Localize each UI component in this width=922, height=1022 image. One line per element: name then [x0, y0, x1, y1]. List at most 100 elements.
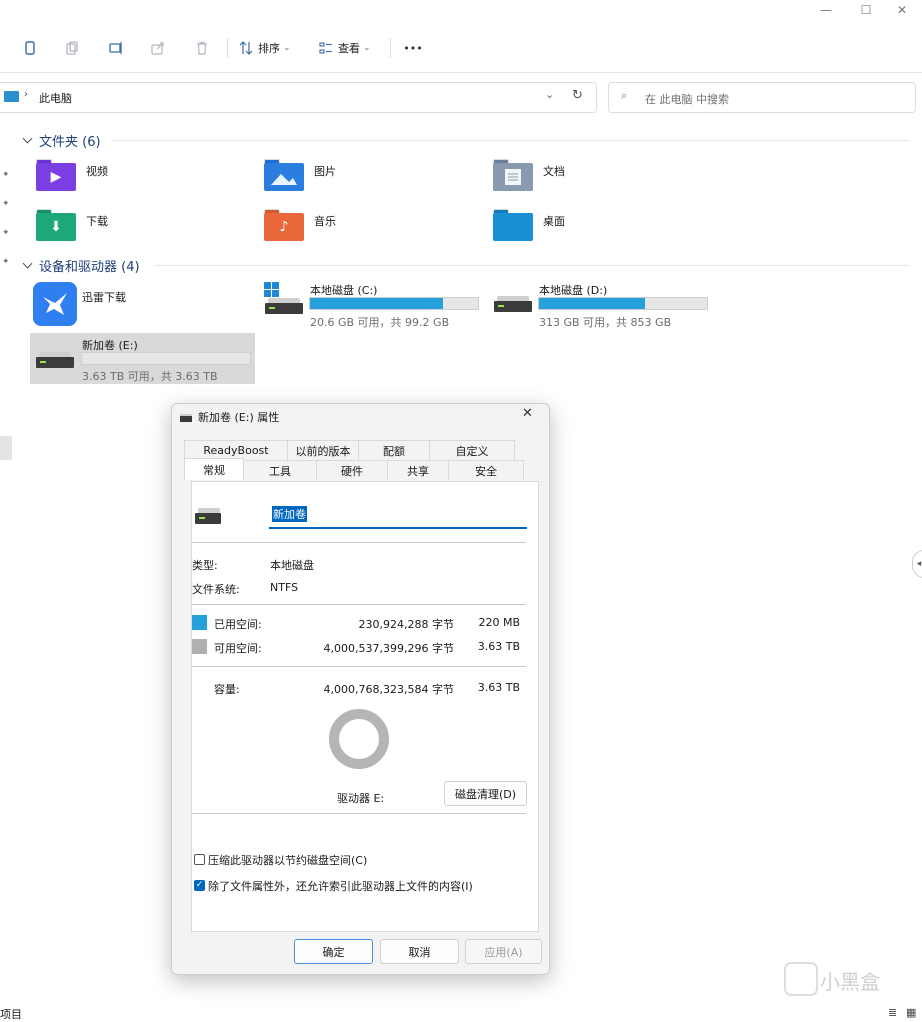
refresh-icon[interactable]: ↻: [572, 88, 583, 103]
drive-e-space-text: 3.63 TB 可用，共 3.63 TB: [82, 370, 218, 383]
drive-c-space-text: 20.6 GB 可用，共 99.2 GB: [310, 316, 450, 329]
video-folder-icon: ▶: [36, 159, 76, 191]
drive-large-icon: [195, 508, 221, 524]
search-placeholder: 在 此电脑 中搜索: [645, 93, 729, 106]
tab-readyboost[interactable]: ReadyBoost: [184, 440, 288, 460]
maximize-button[interactable]: ☐: [846, 0, 886, 20]
free-space-label: 可用空间:: [214, 642, 262, 655]
dialog-title: 新加卷 (E:) 属性: [198, 411, 280, 424]
cancel-button[interactable]: 取消: [380, 939, 459, 964]
search-box[interactable]: ⌕ 在 此电脑 中搜索: [608, 82, 916, 113]
folder-downloads[interactable]: ⬇ 下载: [36, 209, 108, 241]
folder-label: 下载: [86, 215, 108, 228]
free-space-bytes: 4,000,537,399,296 字节: [323, 642, 454, 655]
tab-quota[interactable]: 配额: [358, 440, 430, 460]
drive-c-label[interactable]: 本地磁盘 (C:): [310, 282, 377, 298]
folder-desktop[interactable]: 桌面: [493, 209, 565, 241]
pictures-folder-icon: [264, 159, 304, 191]
free-space-size: 3.63 TB: [477, 640, 520, 653]
tab-customize[interactable]: 自定义: [429, 440, 515, 460]
ok-button[interactable]: 确定: [294, 939, 373, 964]
details-view-icon[interactable]: ≣: [888, 1006, 897, 1019]
drive-d-icon: [494, 292, 534, 316]
capacity-bytes: 4,000,768,323,584 字节: [323, 683, 454, 696]
cut-button[interactable]: [18, 36, 42, 60]
dialog-close-button[interactable]: ✕: [522, 406, 533, 421]
close-icon: ✕: [522, 406, 533, 421]
trash-icon: [197, 41, 207, 55]
address-history-chevron-icon[interactable]: ⌄: [545, 88, 554, 101]
disk-cleanup-button[interactable]: 磁盘清理(D): [444, 781, 527, 806]
more-options-button[interactable]: •••: [400, 36, 426, 60]
paste-button[interactable]: [104, 36, 128, 60]
copy-icon: [66, 41, 78, 55]
used-space-label: 已用空间:: [214, 618, 262, 631]
thunder-download-icon: [33, 282, 77, 326]
minimize-button[interactable]: —: [806, 0, 846, 20]
disk-usage-donut: [329, 709, 389, 769]
search-icon: ⌕: [621, 89, 628, 102]
drive-d-label[interactable]: 本地磁盘 (D:): [539, 282, 607, 298]
properties-dialog: 新加卷 (E:) 属性 ✕ ReadyBoost 以前的版本 配额 自定义 常规…: [171, 403, 550, 975]
folder-pictures[interactable]: 图片: [264, 159, 336, 191]
drive-c-usage-bar: [309, 297, 479, 310]
share-button[interactable]: [146, 36, 170, 60]
minimize-icon: —: [820, 3, 832, 17]
tiles-view-icon[interactable]: ▦: [906, 1006, 916, 1019]
volume-name-input[interactable]: 新加卷: [269, 503, 527, 529]
compress-label: 压缩此驱动器以节约磁盘空间(C): [208, 854, 368, 867]
folder-videos[interactable]: ▶ 视频: [36, 159, 108, 191]
music-folder-icon: ♪: [264, 209, 304, 241]
close-window-button[interactable]: ✕: [882, 0, 922, 20]
devices-section-header[interactable]: 设备和驱动器 (4): [22, 256, 140, 275]
type-value: 本地磁盘: [270, 559, 314, 572]
documents-folder-icon: [493, 159, 533, 191]
folder-label: 音乐: [314, 215, 336, 228]
address-bar[interactable]: › 此电脑 ⌄ ↻: [0, 82, 597, 113]
close-icon: ✕: [896, 3, 908, 17]
used-space-swatch: [192, 615, 207, 630]
tab-security[interactable]: 安全: [448, 460, 524, 480]
breadcrumb-this-pc[interactable]: 此电脑: [39, 90, 72, 106]
view-icon: [319, 42, 332, 54]
tab-tools[interactable]: 工具: [243, 460, 317, 480]
copy-button[interactable]: [60, 36, 84, 60]
compress-checkbox[interactable]: [194, 854, 205, 865]
sort-button[interactable]: 排序 ⌄: [238, 36, 300, 60]
downloads-folder-icon: ⬇: [36, 209, 76, 241]
this-pc-icon: [4, 91, 19, 102]
desktop-folder-icon: [493, 209, 533, 241]
view-label: 查看: [338, 42, 360, 55]
delete-button[interactable]: [190, 36, 214, 60]
tab-sharing[interactable]: 共享: [387, 460, 449, 480]
drive-e-label: 新加卷 (E:): [82, 339, 138, 352]
volume-name-text: 新加卷: [272, 506, 307, 522]
more-icon: •••: [403, 41, 423, 55]
pin-icon: ✦: [2, 199, 10, 209]
drive-e-icon: [36, 350, 76, 370]
apply-button[interactable]: 应用(A): [465, 939, 542, 964]
drive-d-space-text: 313 GB 可用，共 853 GB: [539, 316, 672, 329]
general-tab-panel: 新加卷 类型: 本地磁盘 文件系统: NTFS 已用空间: 230,924,28…: [191, 481, 539, 932]
collapse-pane-handle[interactable]: ◂: [912, 550, 922, 578]
chevron-down-icon: [22, 133, 33, 144]
drive-letter-label: 驱动器 E:: [337, 792, 385, 805]
folder-documents[interactable]: 文档: [493, 159, 565, 191]
capacity-label: 容量:: [214, 683, 240, 696]
tab-hardware[interactable]: 硬件: [316, 460, 388, 480]
thunder-download-label[interactable]: 迅雷下载: [82, 289, 126, 305]
breadcrumb-chevron-icon: ›: [24, 89, 28, 100]
free-space-swatch: [192, 639, 207, 654]
thunder-download-item[interactable]: [33, 282, 77, 326]
watermark-text: 小黑盒: [820, 970, 880, 994]
tab-previous-versions[interactable]: 以前的版本: [287, 440, 359, 460]
drive-small-icon: [180, 414, 192, 422]
drive-c-icon: [264, 282, 304, 316]
index-checkbox[interactable]: ✓: [194, 880, 205, 891]
folders-section-header[interactable]: 文件夹 (6): [22, 131, 101, 150]
folder-music[interactable]: ♪ 音乐: [264, 209, 336, 241]
maximize-icon: ☐: [860, 3, 872, 17]
view-button[interactable]: 查看 ⌄: [318, 36, 380, 60]
status-items-count: 项目: [0, 1008, 22, 1021]
tab-general[interactable]: 常规: [184, 458, 244, 480]
